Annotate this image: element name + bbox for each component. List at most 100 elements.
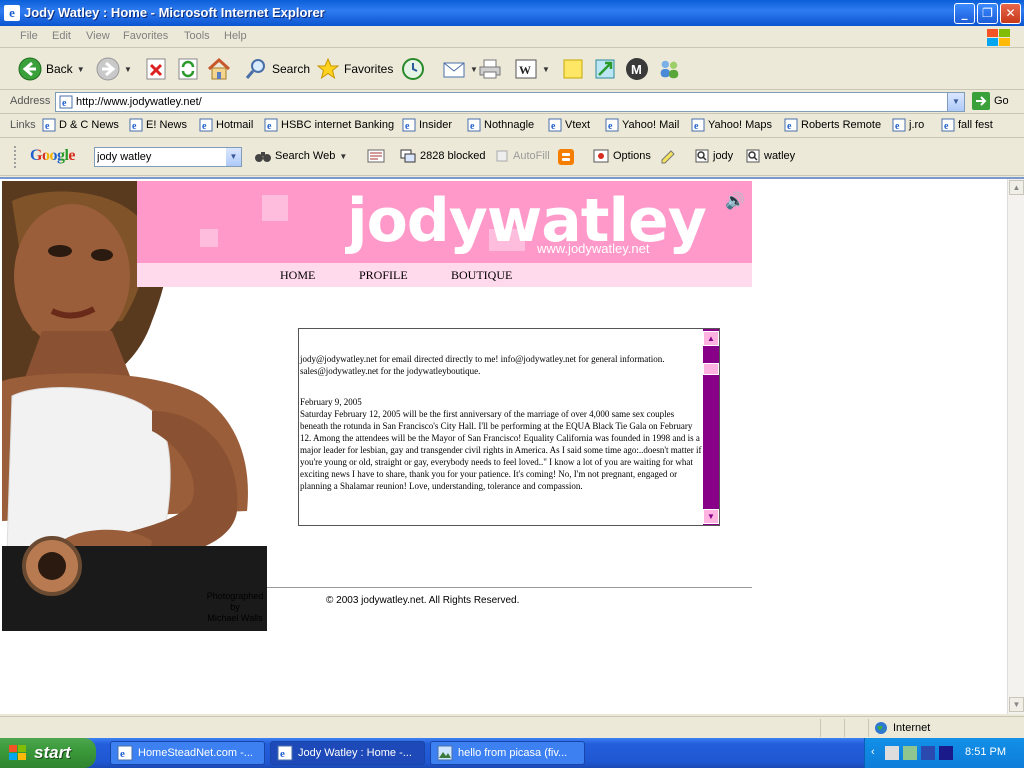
news-scrollbar[interactable]: ▲ ▼ [703,329,719,525]
link-insider[interactable]: e Insider [402,118,452,132]
nav-home[interactable]: HOME [280,268,315,283]
menu-help[interactable]: Help [224,30,247,42]
scroll-thumb[interactable] [703,363,719,375]
link-hsbc[interactable]: e HSBC internet Banking [264,118,394,132]
link-label: E! News [146,119,187,131]
star-icon [316,57,340,81]
home-button[interactable] [207,55,231,83]
google-search-input[interactable] [97,149,223,165]
scroll-down-icon[interactable]: ▼ [703,509,719,524]
tray-app-icon[interactable] [921,746,935,760]
menu-tools[interactable]: Tools [184,30,210,42]
tray-app-icon[interactable] [939,746,953,760]
autofill-button[interactable]: AutoFill [495,149,550,163]
tray-expand-icon[interactable]: ‹ [871,746,875,758]
find-word-icon [695,149,709,163]
ie-app-icon: e [277,745,293,761]
page-scroll-down-icon[interactable]: ▼ [1009,697,1024,712]
menu-edit[interactable]: Edit [52,30,71,42]
toolbar-grip[interactable] [14,146,17,168]
link-fall-fest[interactable]: e fall fest [941,118,993,132]
ie-page-icon: e [42,118,56,132]
nav-boutique[interactable]: BOUTIQUE [451,268,512,283]
link-yahoo-mail[interactable]: e Yahoo! Mail [605,118,679,132]
menu-file[interactable]: File [20,30,38,42]
speaker-icon[interactable]: 🔊 [725,191,745,211]
address-dropdown-icon[interactable]: ▼ [947,93,964,111]
svg-text:e: e [787,121,792,132]
blogger-button[interactable] [558,149,574,165]
copyright: © 2003 jodywatley.net. All Rights Reserv… [326,595,520,606]
link-e-news[interactable]: e E! News [129,118,187,132]
link-vtext[interactable]: e Vtext [548,118,590,132]
popup-blocker-icon [400,149,416,163]
link-nothnagle[interactable]: e Nothnagle [467,118,534,132]
edit-word-button[interactable]: W ▼ [514,55,550,83]
mail-dropdown-icon[interactable]: ▼ [470,65,478,74]
back-button[interactable]: Back ▼ [18,55,85,83]
link-dc-news[interactable]: e D & C News [42,118,119,132]
link-hotmail[interactable]: e Hotmail [199,118,253,132]
print-button[interactable] [478,55,502,83]
google-search-field[interactable]: ▼ [94,147,242,167]
find-jody-button[interactable]: jody [695,149,733,163]
link-yahoo-maps[interactable]: e Yahoo! Maps [691,118,772,132]
page-scrollbar[interactable]: ▲ ▼ [1007,179,1024,714]
go-button[interactable]: Go [972,92,1009,110]
forward-button[interactable]: ▼ [96,55,132,83]
url-input[interactable] [76,94,936,110]
nav-profile[interactable]: PROFILE [359,268,408,283]
address-label: Address [10,95,51,107]
find-watley-button[interactable]: watley [746,149,795,163]
address-field[interactable]: e ▼ [55,92,965,112]
forward-dropdown-icon[interactable]: ▼ [124,65,132,74]
link-roberts-remote[interactable]: e Roberts Remote [784,118,881,132]
news-box[interactable]: jody@jodywatley.net for email directed d… [298,328,720,526]
edit-dropdown-icon[interactable]: ▼ [542,65,550,74]
search-web-dropdown-icon[interactable]: ▼ [339,152,347,161]
task-homesteadnet[interactable]: e HomeSteadNet.com -... [110,741,265,765]
minimize-button[interactable]: _ [954,3,975,24]
close-button[interactable]: ✕ [1000,3,1021,24]
stop-button[interactable] [144,55,168,83]
credit-line: Michael Walls [207,613,263,623]
maximize-button[interactable]: ❐ [977,3,998,24]
task-jody-watley[interactable]: e Jody Watley : Home -... [270,741,425,765]
svg-text:e: e [267,121,272,132]
pagerank-button[interactable] [367,149,385,163]
tray-app-icon[interactable] [885,746,899,760]
task-picasa[interactable]: hello from picasa (fiv... [430,741,585,765]
research-button[interactable] [593,55,617,83]
popup-blocker-button[interactable]: 2828 blocked [400,149,485,163]
menu-view[interactable]: View [86,30,110,42]
menu-favorites[interactable]: Favorites [123,30,168,42]
media-button[interactable]: M [625,55,649,83]
tray-app-icon[interactable] [903,746,917,760]
svg-text:e: e [895,121,900,132]
clock[interactable]: 8:51 PM [965,746,1006,758]
taskbar: start e HomeSteadNet.com -... e Jody Wat… [0,738,1024,768]
history-button[interactable] [401,55,425,83]
page-scroll-up-icon[interactable]: ▲ [1009,180,1024,195]
ie-page-icon: e [605,118,619,132]
link-j-ro[interactable]: e j.ro [892,118,924,132]
refresh-button[interactable] [176,55,200,83]
security-zone[interactable]: Internet [874,721,930,735]
start-button[interactable]: start [0,738,96,768]
options-button[interactable]: Options [593,149,651,163]
google-logo[interactable]: Google [30,147,76,165]
search-web-button[interactable]: Search Web ▼ [255,149,347,163]
messenger-button[interactable] [657,55,681,83]
favorites-button[interactable]: Favorites [316,55,393,83]
search-button[interactable]: Search [244,55,310,83]
google-search-dropdown-icon[interactable]: ▼ [226,148,241,166]
go-arrow-icon [972,92,990,110]
back-dropdown-icon[interactable]: ▼ [77,65,85,74]
news-date: February 9, 2005 [300,397,362,407]
mail-button[interactable]: ▼ [442,55,478,83]
status-divider [844,719,845,737]
highlight-button[interactable] [660,149,676,165]
scroll-up-icon[interactable]: ▲ [703,331,719,346]
discuss-button[interactable] [561,55,585,83]
ie-app-icon[interactable]: e [4,5,20,21]
